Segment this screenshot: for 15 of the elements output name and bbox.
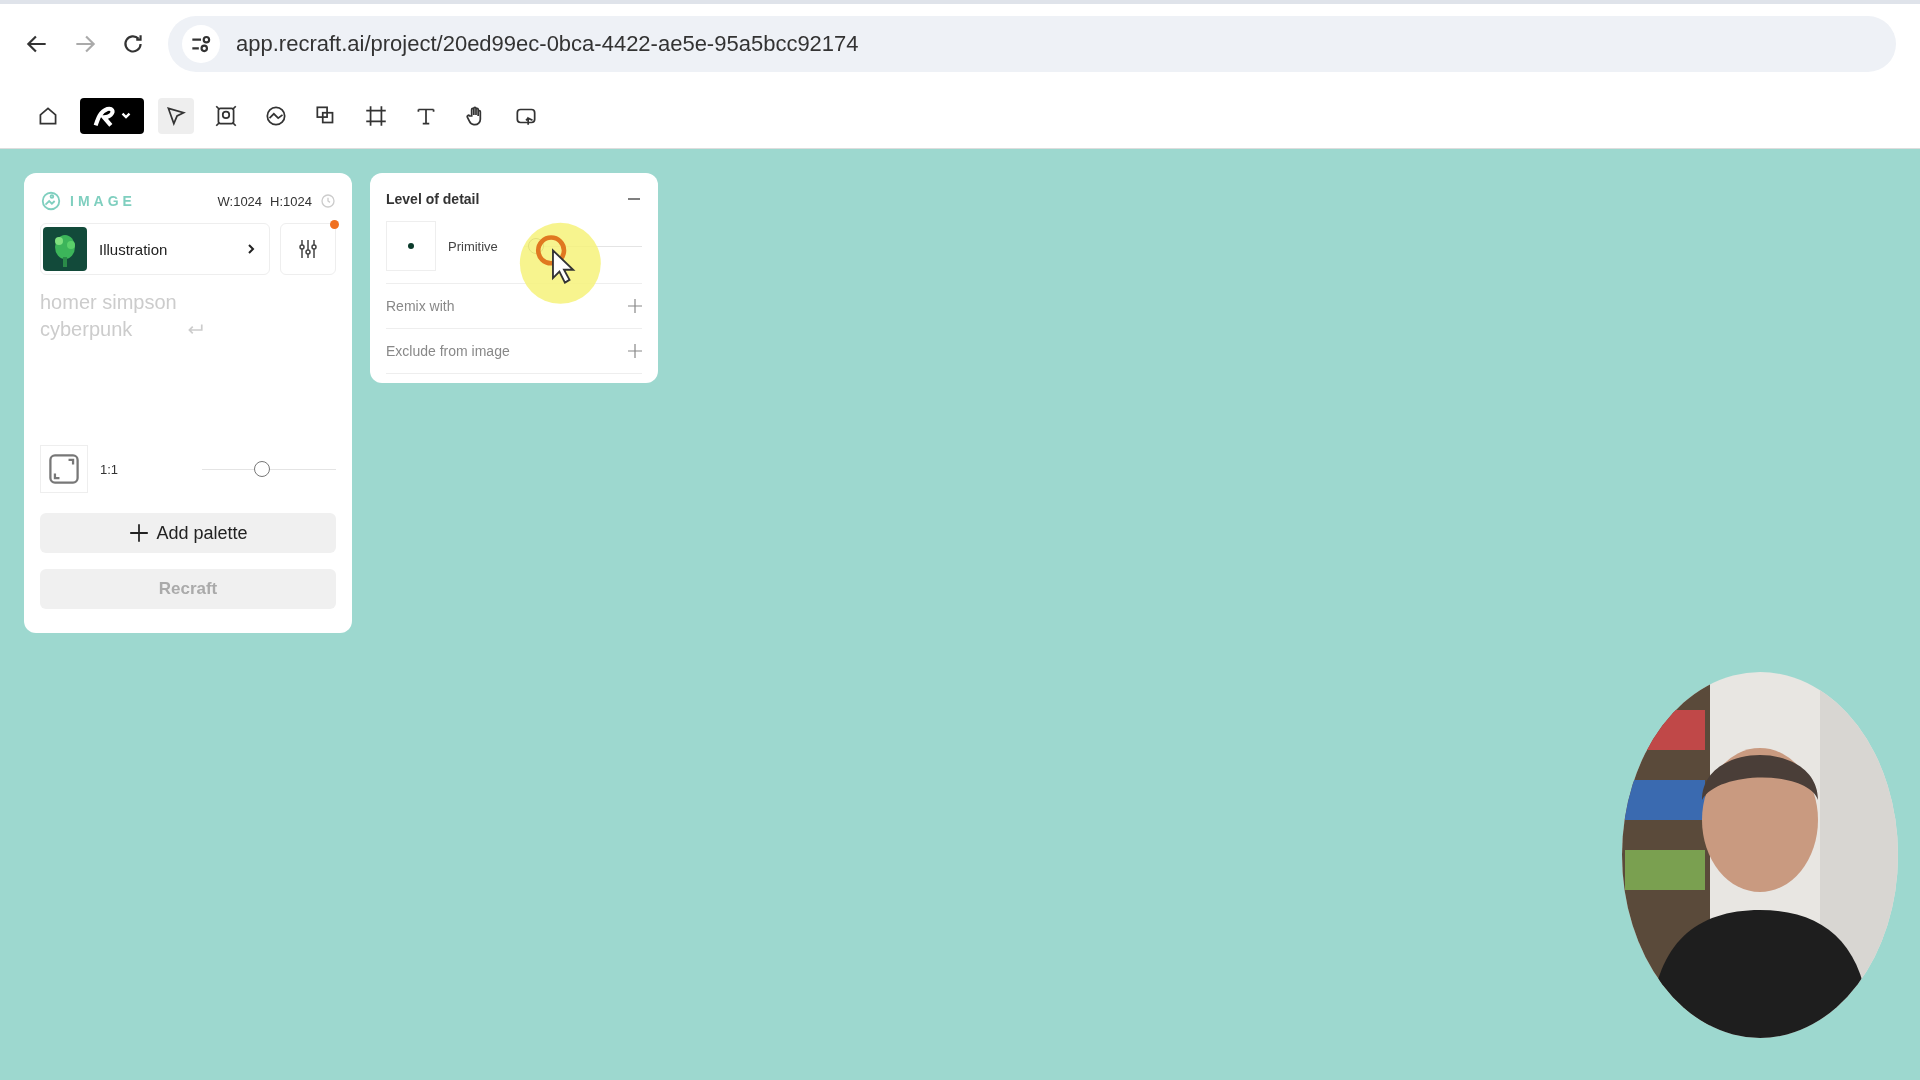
recraft-button[interactable]: Recraft <box>40 569 336 609</box>
aspect-ratio-label: 1:1 <box>100 461 120 477</box>
height-value: H:1024 <box>270 193 312 209</box>
style-name: Illustration <box>99 240 169 258</box>
add-palette-button[interactable]: Add palette <box>40 513 336 553</box>
style-selector[interactable]: Illustration <box>40 223 270 275</box>
panel-title: IMAGE <box>70 193 136 209</box>
address-bar[interactable]: app.recraft.ai/project/20ed99ec-0bca-4422-ae5e-95a5bcc92174 <box>168 16 1896 72</box>
width-value: W:1024 <box>217 193 263 209</box>
url-text: app.recraft.ai/project/20ed99ec-0bca-4422-ae5e-95a5bcc92174 <box>236 31 859 57</box>
option-row[interactable]: Exclude from image <box>386 329 642 374</box>
option-label: Remix with <box>386 298 455 314</box>
section-title: Level of detail <box>386 191 480 207</box>
detail-level-label: Primitive <box>448 238 498 254</box>
option-label: Exclude from image <box>386 343 510 359</box>
